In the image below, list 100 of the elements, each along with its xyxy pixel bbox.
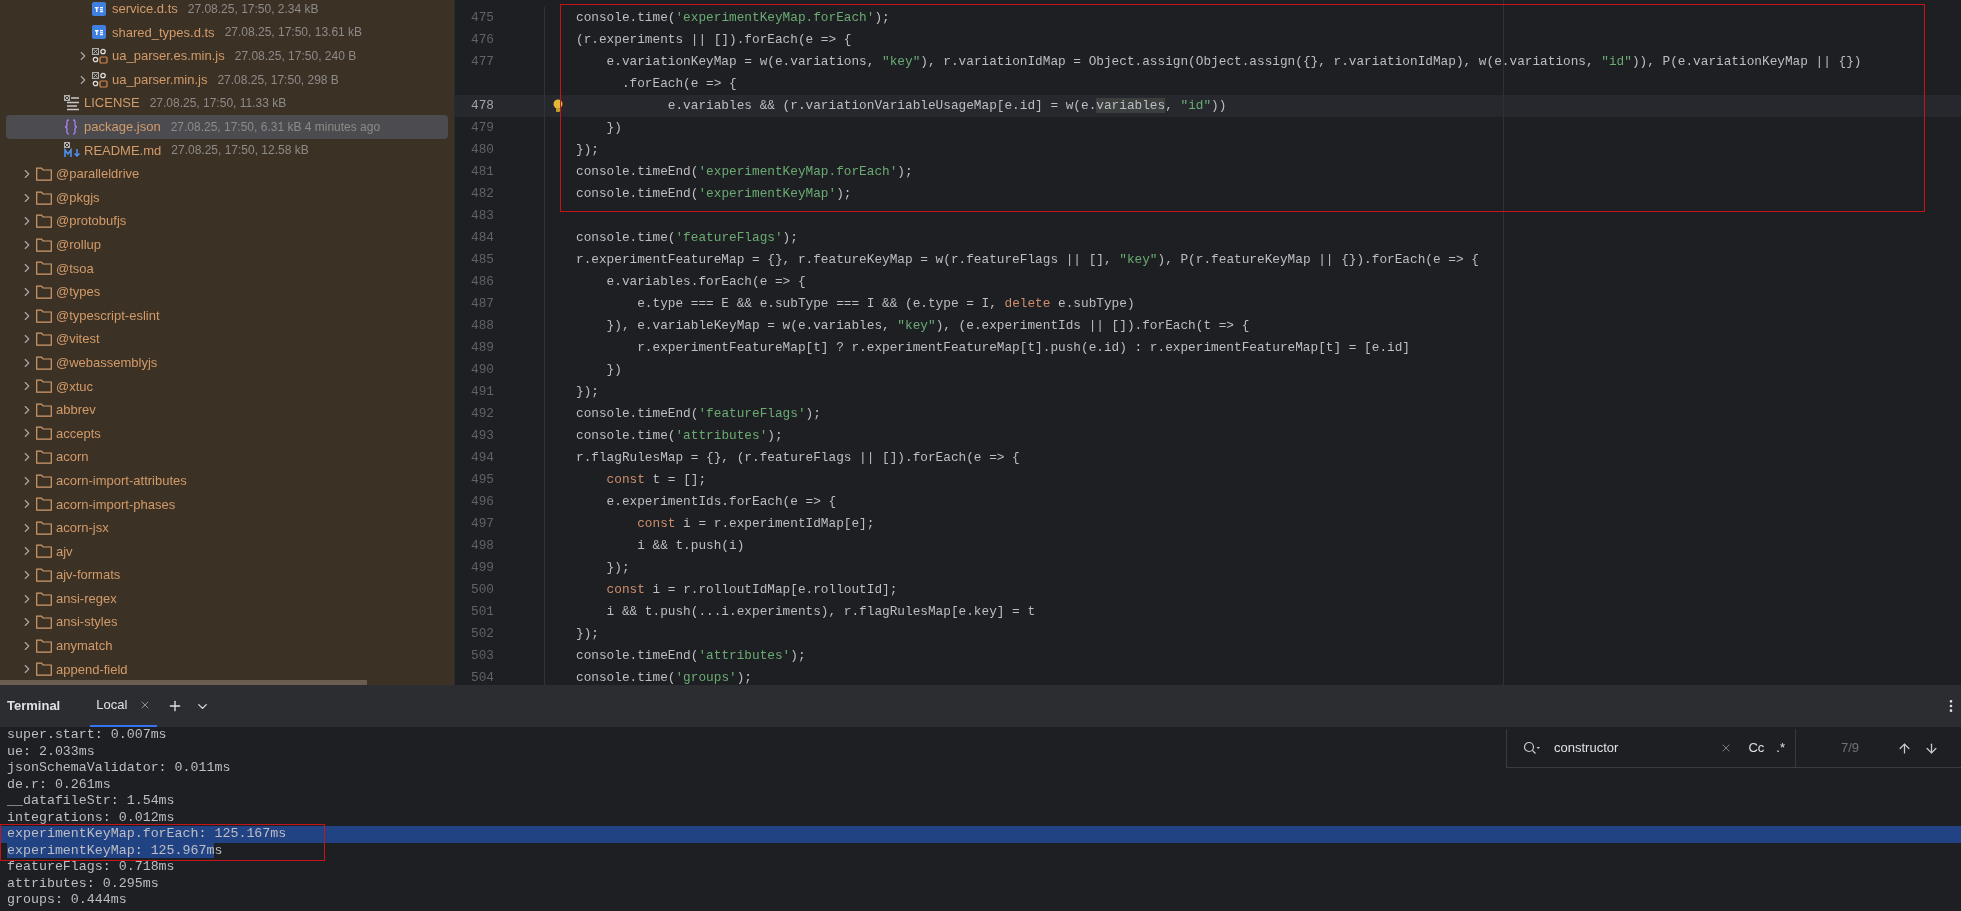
search-input[interactable]: constructor — [1554, 739, 1721, 757]
tree-item[interactable]: ajv — [6, 539, 448, 564]
code-text: (r.experiments || []).forEach(e => { — [576, 31, 852, 50]
markdown-file-icon — [64, 142, 82, 159]
file-details: 27.08.25, 17:50, 13.61 kB — [224, 24, 363, 42]
file-name: @paralleldrive — [56, 165, 140, 184]
folder-icon — [36, 284, 52, 299]
tree-item[interactable]: accepts — [6, 421, 448, 446]
file-type-icon — [92, 48, 108, 64]
text-file-icon — [64, 95, 80, 112]
code-text: }); — [605, 559, 630, 578]
folder-icon — [36, 591, 52, 606]
folder-icon — [36, 261, 52, 276]
file-type-icon — [92, 71, 108, 88]
tree-item[interactable]: abbrev — [6, 398, 448, 422]
tree-item[interactable]: ua_parser.es.min.js 27.08.25, 17:50, 240 B — [6, 44, 448, 68]
file-name: abbrev — [56, 401, 96, 420]
folder-icon — [36, 308, 52, 323]
file-name: package.json — [84, 118, 161, 136]
tree-item[interactable]: @types — [6, 280, 448, 304]
line-number: 484 — [471, 229, 494, 248]
line-number: 477 — [471, 53, 494, 72]
tree-item[interactable]: ua_parser.min.js 27.08.25, 17:50, 298 B — [6, 67, 448, 92]
file-details: 27.08.25, 17:50, 6.31 kB 4 minutes ago — [170, 118, 381, 136]
tree-item[interactable]: @vitest — [6, 327, 448, 351]
line-number: 490 — [471, 361, 494, 380]
line-number: 482 — [471, 185, 494, 204]
file-name: ansi-styles — [56, 613, 118, 632]
folder-icon — [36, 402, 52, 417]
line-number: 485 — [471, 251, 494, 270]
code-text: i && t.push(...i.experiments), r.flagRulesMap[e.key] = t — [605, 603, 1036, 622]
file-details: 27.08.25, 17:50, 11.33 kB — [149, 95, 287, 113]
line-number: 498 — [471, 537, 494, 556]
line-number: 488 — [471, 317, 494, 336]
tree-item[interactable]: @typescript-eslint — [6, 303, 448, 328]
tree-item[interactable]: ansi-regex — [6, 586, 448, 611]
tree-item[interactable]: @pkgjs — [6, 185, 448, 210]
terminal-line: ue: 2.033ms — [7, 743, 95, 759]
file-name: service.d.ts — [112, 0, 178, 19]
code-text: e.variables && (r.variationVariableUsageMap[e.id] = w(e.variables, "id")) — [666, 97, 1227, 116]
code-text: }), e.variableKeyMap = w(e.variables, "key"), (e.experimentIds || []).forEach(t => { — [605, 317, 1250, 336]
tree-item[interactable]: @rollup — [6, 232, 448, 257]
terminal-line: integrations: 0.012ms — [7, 809, 175, 825]
code-text: r.experimentFeatureMap = {}, r.featureKeyMap = w(r.featureFlags || [], "key"), P(r.featureKeyMap || {}).forEach(e => { — [576, 251, 1479, 270]
folder-icon — [36, 568, 52, 583]
scrollbar[interactable] — [0, 680, 367, 685]
line-number: 476 — [471, 31, 494, 50]
file-name: @protobufjs — [56, 212, 127, 231]
line-number: 500 — [471, 581, 494, 600]
search-icon[interactable] — [1523, 741, 1541, 755]
tree-item[interactable]: @xtuc — [6, 374, 448, 399]
tree-item[interactable]: ansi-styles — [6, 610, 448, 635]
code-text: }); — [576, 625, 599, 644]
previous-match-icon[interactable] — [1897, 740, 1913, 756]
file-name: README.md — [84, 141, 162, 160]
file-type-icon — [92, 25, 106, 40]
tree-item[interactable]: append-field — [6, 657, 448, 682]
tree-item[interactable]: package.json 27.08.25, 17:50, 6.31 kB 4 minutes ago — [6, 114, 448, 139]
folder-icon — [36, 332, 52, 347]
tree-item[interactable]: @webassemblyjs — [6, 350, 448, 375]
tree-item[interactable]: acorn — [6, 445, 448, 469]
tree-item[interactable]: README.md 27.08.25, 17:50, 12.58 kB — [6, 138, 448, 163]
file-name: append-field — [56, 660, 128, 679]
tree-item[interactable]: acorn-import-attributes — [6, 468, 448, 493]
code-text: r.experimentFeatureMap[t] ? r.experimentFeatureMap[t].push(e.id) : r.experimentFeatureMap[t] = [e.id] — [636, 339, 1410, 358]
line-number: 475 — [471, 9, 494, 28]
code-text: r.flagRulesMap = {}, (r.featureFlags || []).forEach(e => { — [576, 449, 1020, 468]
terminal-line: super.start: 0.007ms — [7, 727, 167, 742]
next-match-icon[interactable] — [1924, 740, 1940, 756]
tree-item[interactable]: shared_types.d.ts 27.08.25, 17:50, 13.61 kB — [6, 20, 448, 45]
folder-icon — [36, 473, 52, 488]
tree-item[interactable]: acorn-jsx — [6, 516, 448, 540]
file-name: @vitest — [56, 330, 100, 349]
file-name: ajv-formats — [56, 566, 121, 585]
terminal-line: jsonSchemaValidator: 0.011ms — [7, 760, 231, 775]
line-number: 487 — [471, 295, 494, 314]
terminal-tab[interactable]: Local — [90, 685, 158, 727]
code-text: console.time('groups'); — [576, 669, 752, 685]
tree-item[interactable]: ajv-formats — [6, 563, 448, 587]
match-case-toggle[interactable]: Cc — [1748, 739, 1765, 757]
tree-item[interactable]: anymatch — [6, 634, 448, 658]
tree-item[interactable]: @tsoa — [6, 256, 448, 281]
code-text: }) — [605, 361, 622, 380]
tree-item[interactable]: @protobufjs — [6, 209, 448, 233]
tree-item[interactable]: @paralleldrive — [6, 162, 448, 186]
file-details: 27.08.25, 17:50, 12.58 kB — [171, 142, 309, 160]
folder-icon — [36, 544, 52, 559]
code-text: const i = r.rolloutIdMap[e.rolloutId]; — [605, 581, 898, 600]
folder-icon — [36, 615, 52, 630]
line-number: 489 — [471, 339, 494, 358]
file-name: acorn — [56, 448, 89, 467]
tree-item[interactable]: service.d.ts 27.08.25, 17:50, 2.34 kB — [6, 0, 448, 21]
lightbulb-icon[interactable] — [553, 99, 563, 113]
regex-toggle[interactable]: .* — [1776, 739, 1785, 757]
file-name: acorn-import-phases — [56, 495, 176, 514]
line-number: 494 — [471, 449, 494, 468]
tree-item[interactable]: LICENSE 27.08.25, 17:50, 11.33 kB — [6, 91, 448, 115]
tree-item[interactable]: acorn-import-phases — [6, 492, 448, 517]
file-name: accepts — [56, 424, 101, 443]
code-text: e.variables.forEach(e => { — [605, 273, 806, 292]
